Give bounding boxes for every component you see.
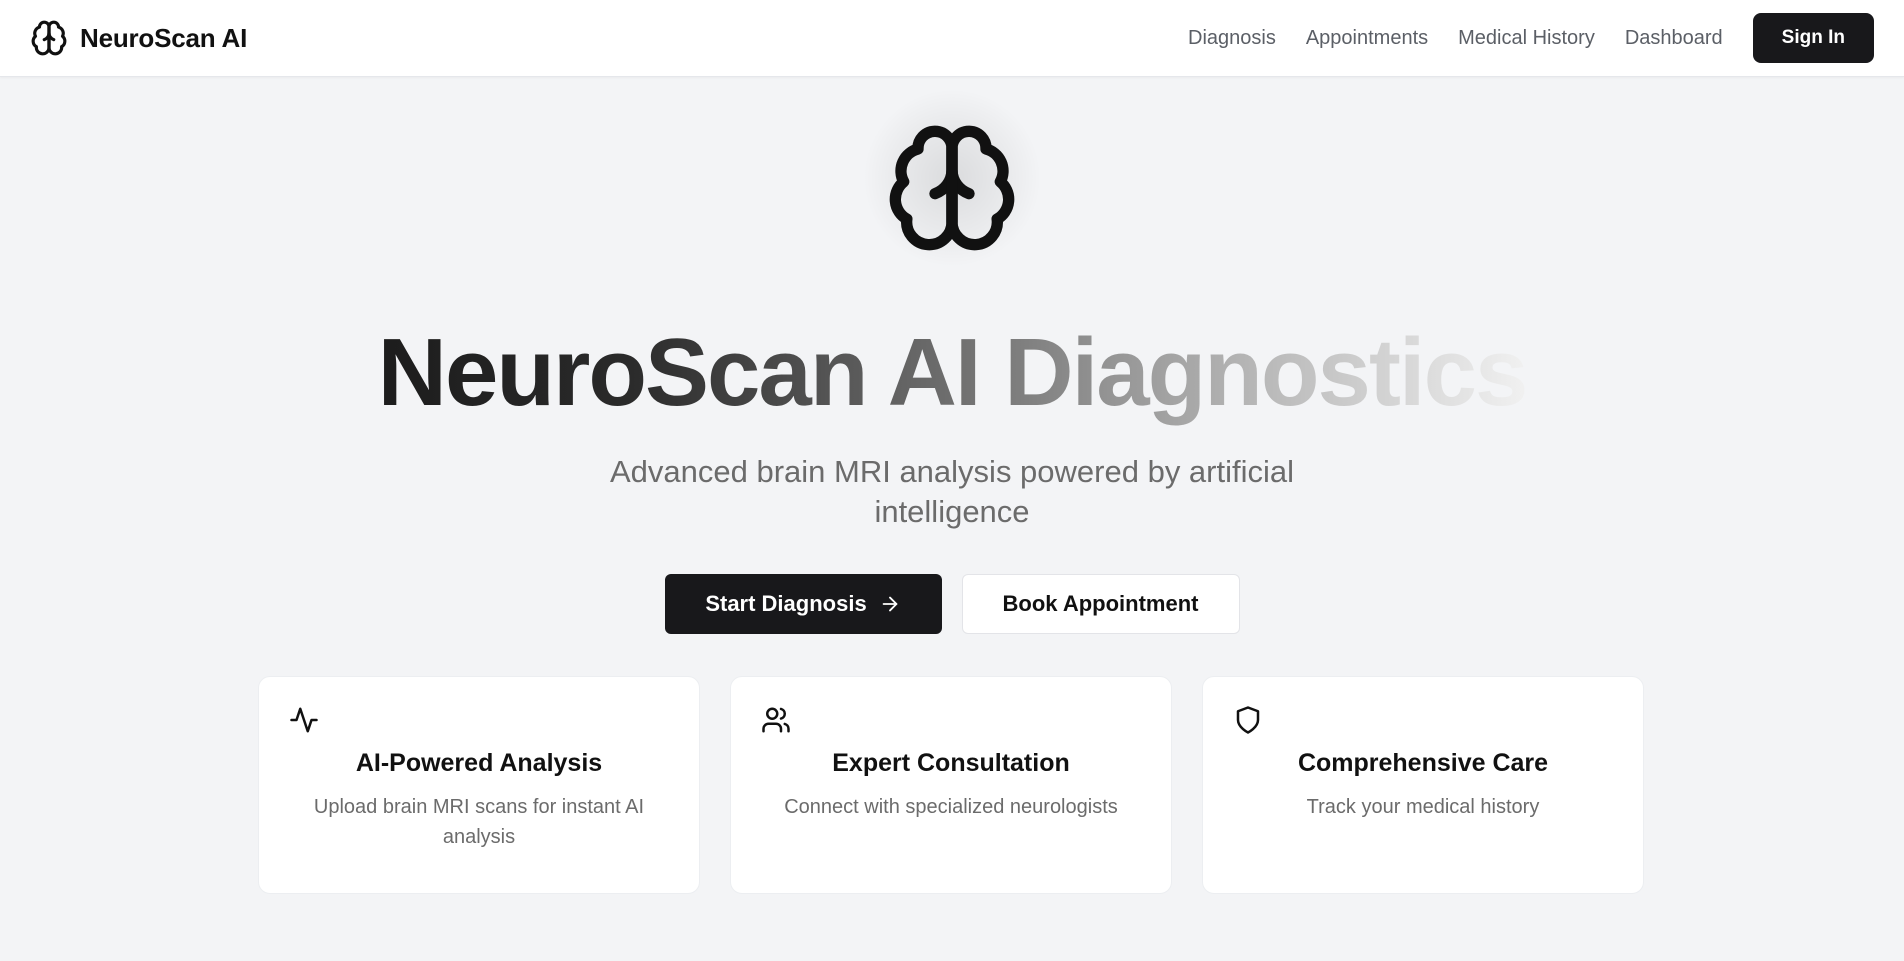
nav-dashboard-link[interactable]: Dashboard <box>1625 27 1723 50</box>
brand-name: NeuroScan AI <box>80 22 248 53</box>
feature-card-description: Connect with specialized neurologists <box>784 796 1118 818</box>
feature-card-comprehensive-care: Comprehensive Care Track your medical hi… <box>1202 676 1644 894</box>
feature-cards: AI-Powered Analysis Upload brain MRI sca… <box>258 676 1646 894</box>
feature-card-title: Comprehensive Care <box>1297 749 1549 777</box>
book-appointment-button[interactable]: Book Appointment <box>961 574 1240 634</box>
activity-icon <box>290 707 318 733</box>
feature-card-expert-consultation: Expert Consultation Connect with special… <box>730 676 1172 894</box>
sign-in-button[interactable]: Sign In <box>1752 13 1874 63</box>
arrow-right-icon <box>882 596 898 612</box>
feature-card-ai-analysis: AI-Powered Analysis Upload brain MRI sca… <box>258 676 700 894</box>
feature-card-description: Track your medical history <box>1306 796 1540 818</box>
nav-appointments-link[interactable]: Appointments <box>1306 27 1428 50</box>
hero-title: NeuroScan AI Diagnostics <box>0 318 1904 428</box>
nav-diagnosis-link[interactable]: Diagnosis <box>1188 27 1276 50</box>
users-icon <box>762 707 790 733</box>
shield-icon <box>1236 706 1260 734</box>
top-navbar: NeuroScan AI Diagnosis Appointments Medi… <box>0 0 1904 77</box>
hero-subtitle: Advanced brain MRI analysis powered by a… <box>609 454 1295 529</box>
hero-title-text: NeuroScan AI Diagnostics <box>372 319 1533 426</box>
feature-card-title: AI-Powered Analysis <box>355 749 603 777</box>
hero-icon-container <box>802 88 1102 318</box>
start-diagnosis-label: Start Diagnosis <box>705 591 867 616</box>
cta-row: Start Diagnosis Book Appointment <box>0 574 1904 634</box>
main-nav: Diagnosis Appointments Medical History D… <box>1188 13 1874 63</box>
feature-card-title: Expert Consultation <box>832 749 1070 777</box>
brain-icon <box>889 125 1015 251</box>
brain-logo-icon <box>31 20 67 56</box>
brand-link[interactable]: NeuroScan AI <box>30 19 247 57</box>
nav-medical-history-link[interactable]: Medical History <box>1458 27 1595 50</box>
feature-card-description: Upload brain MRI scans for instant AI an… <box>313 796 645 848</box>
start-diagnosis-button[interactable]: Start Diagnosis <box>664 574 942 634</box>
